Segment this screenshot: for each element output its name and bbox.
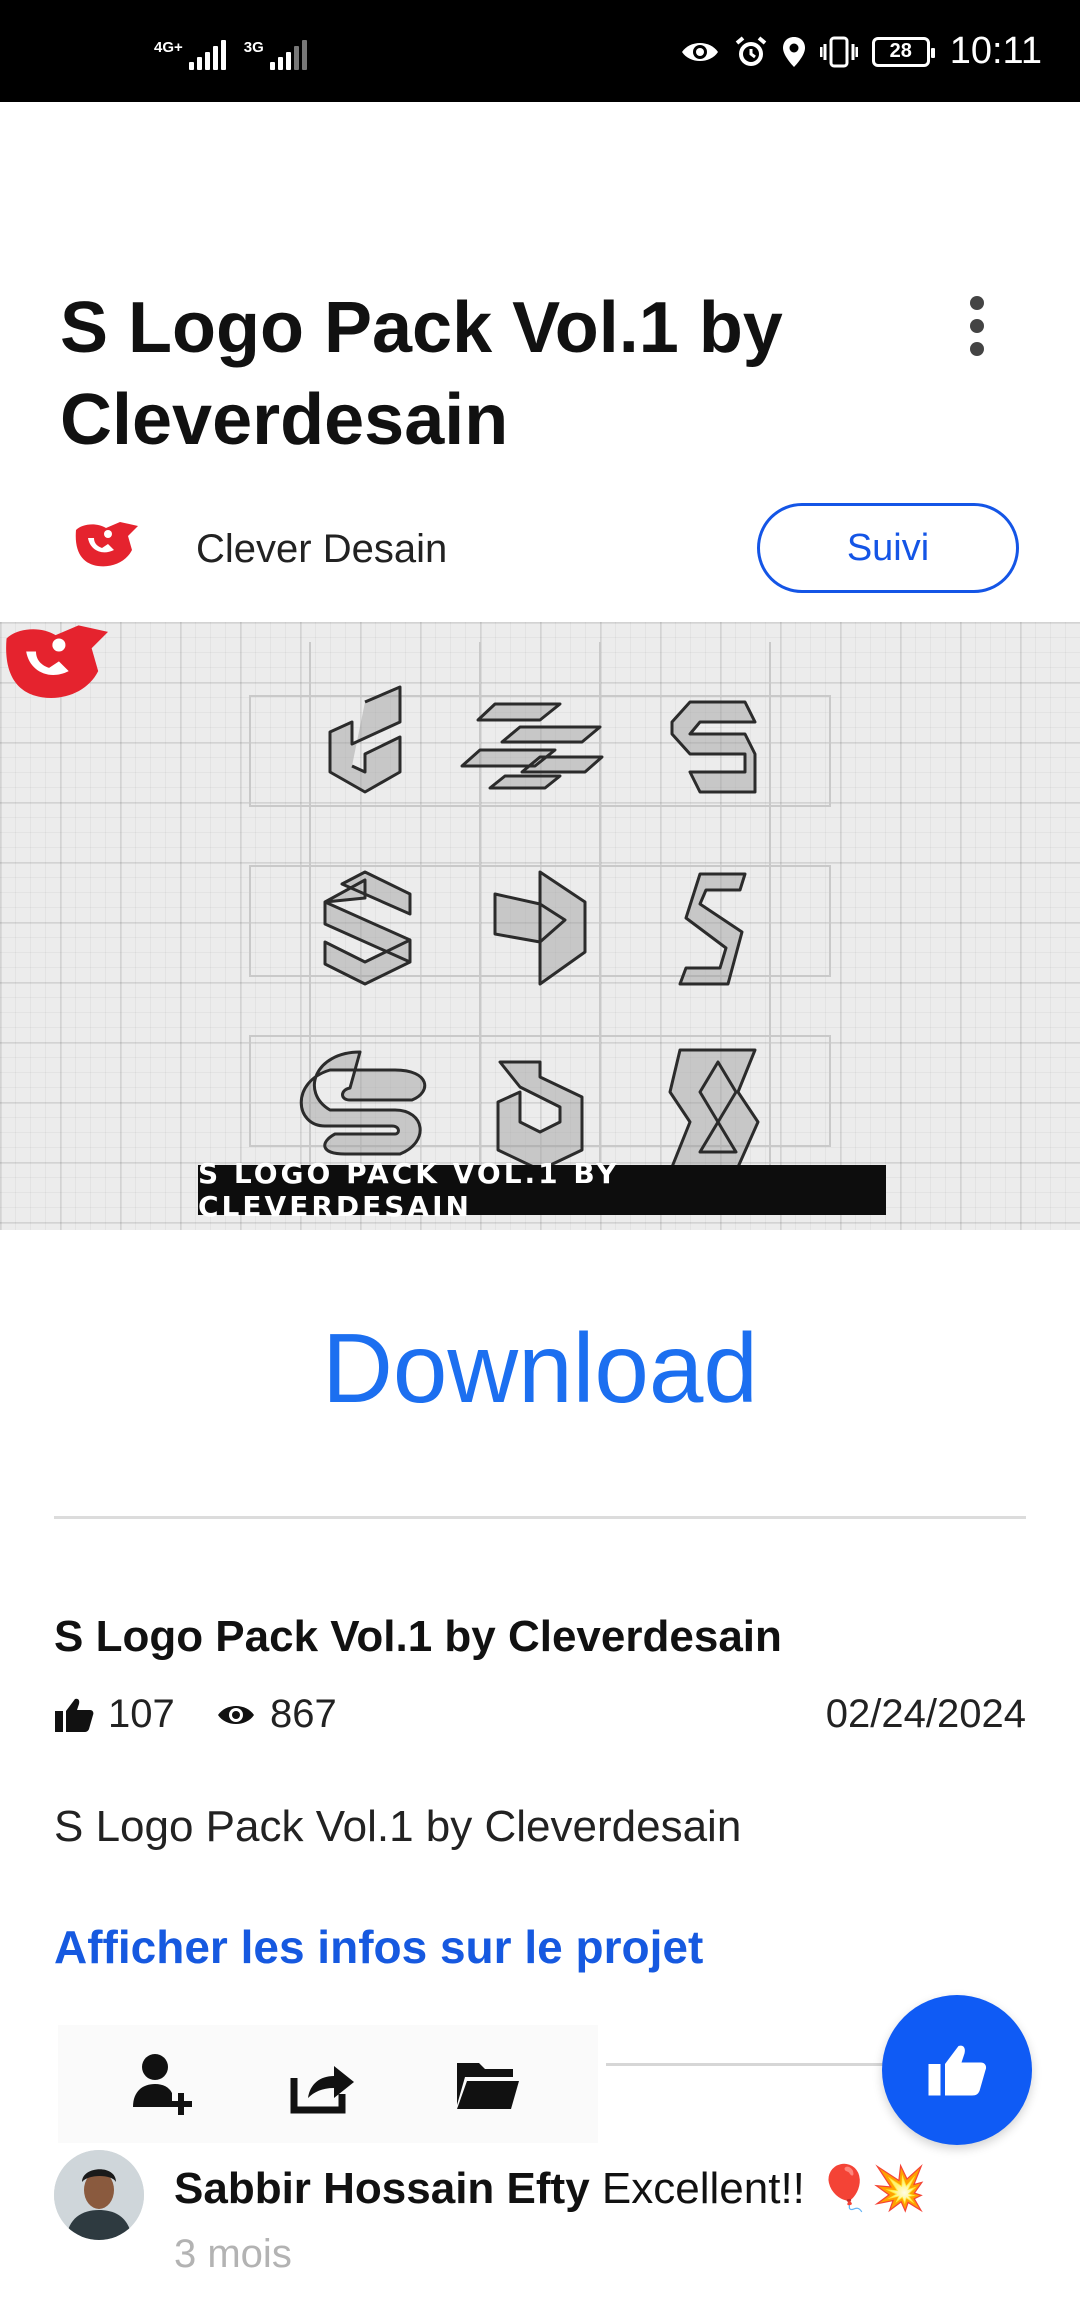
battery-icon: 28 [871,36,935,67]
sketch-logo [678,872,747,986]
sketch-logo [496,1060,584,1172]
share-button[interactable] [283,2025,363,2143]
eye-icon [218,1705,254,1724]
status-icons: 28 10:11 [680,30,1042,73]
project-info-link[interactable]: Afficher les infos sur le projet [54,1920,703,1974]
sketch-logo [460,702,604,790]
project-description: S Logo Pack Vol.1 by Cleverdesain [54,1802,742,1851]
publish-date: 02/24/2024 [825,1692,1026,1736]
thumbs-up-icon [928,2045,987,2096]
author-logo-icon[interactable] [72,520,138,570]
sketch-logo [670,700,757,794]
author-row: Clever Desain Suivi [0,500,1080,598]
network-type-label: 3G [243,39,264,56]
action-bar-line [606,2063,906,2066]
follow-user-icon [133,2054,192,2115]
divider [54,1516,1026,1519]
appreciate-button[interactable] [882,1995,1032,2145]
vibrate-icon [819,36,858,67]
sketch-logo [493,870,587,986]
author-name[interactable]: Clever Desain [196,527,447,572]
comment-timestamp: 3 mois [174,2232,292,2276]
save-to-collection-button[interactable] [448,2025,528,2143]
status-bar: 4G+ 3G 28 10:11 [0,0,1080,102]
comment-text: Excellent!! 🎈💥 [601,2164,927,2213]
folder-icon [457,2063,519,2109]
sketch-logo [299,1050,427,1156]
share-icon [290,2066,354,2114]
views-count: 867 [270,1692,337,1736]
user-avatar-icon [54,2150,144,2240]
signal-3g-icon: 3G [244,40,307,70]
more-options-icon[interactable] [962,296,992,356]
brand-logo-icon [6,625,108,698]
thumbs-up-icon [55,1698,94,1732]
signal-4g-icon: 4G+ [154,40,226,70]
project-stats: 107 867 02/24/2024 [54,1692,1026,1742]
comment-author[interactable]: Sabbir Hossain Efty [174,2164,590,2213]
project-title: S Logo Pack Vol.1 by Cleverdesain [54,1612,782,1661]
download-link[interactable]: Download [0,1312,1080,1425]
alarm-icon [735,35,766,66]
avatar[interactable] [54,2150,144,2240]
battery-level: 28 [889,40,912,62]
location-icon [782,36,805,67]
sketch-logo [323,870,412,986]
logo-sketches [249,642,831,1182]
clock: 10:11 [949,30,1042,72]
eye-icon [681,42,718,61]
project-image[interactable]: S LOGO PACK VOL.1 BY CLEVERDESAIN [0,622,1080,1230]
sketch-logo [668,1048,760,1169]
comment-item: Sabbir Hossain Efty Excellent!! 🎈💥 3 moi… [54,2150,1026,2290]
project-banner-text: S LOGO PACK VOL.1 BY CLEVERDESAIN [198,1157,886,1223]
views-stat: 867 [216,1692,337,1737]
action-bar [58,2025,598,2143]
page-title: S Logo Pack Vol.1 by Cleverdesain [60,288,783,460]
signal-indicators: 4G+ 3G [154,40,307,70]
likes-count: 107 [108,1692,175,1736]
sketch-logo [328,685,402,794]
likes-stat: 107 [54,1692,175,1737]
network-type-label: 4G+ [154,39,183,56]
follow-button[interactable]: Suivi [757,503,1019,593]
comment-text-line: Sabbir Hossain Efty Excellent!! 🎈💥 [174,2162,927,2214]
follow-user-button[interactable] [122,2025,202,2143]
